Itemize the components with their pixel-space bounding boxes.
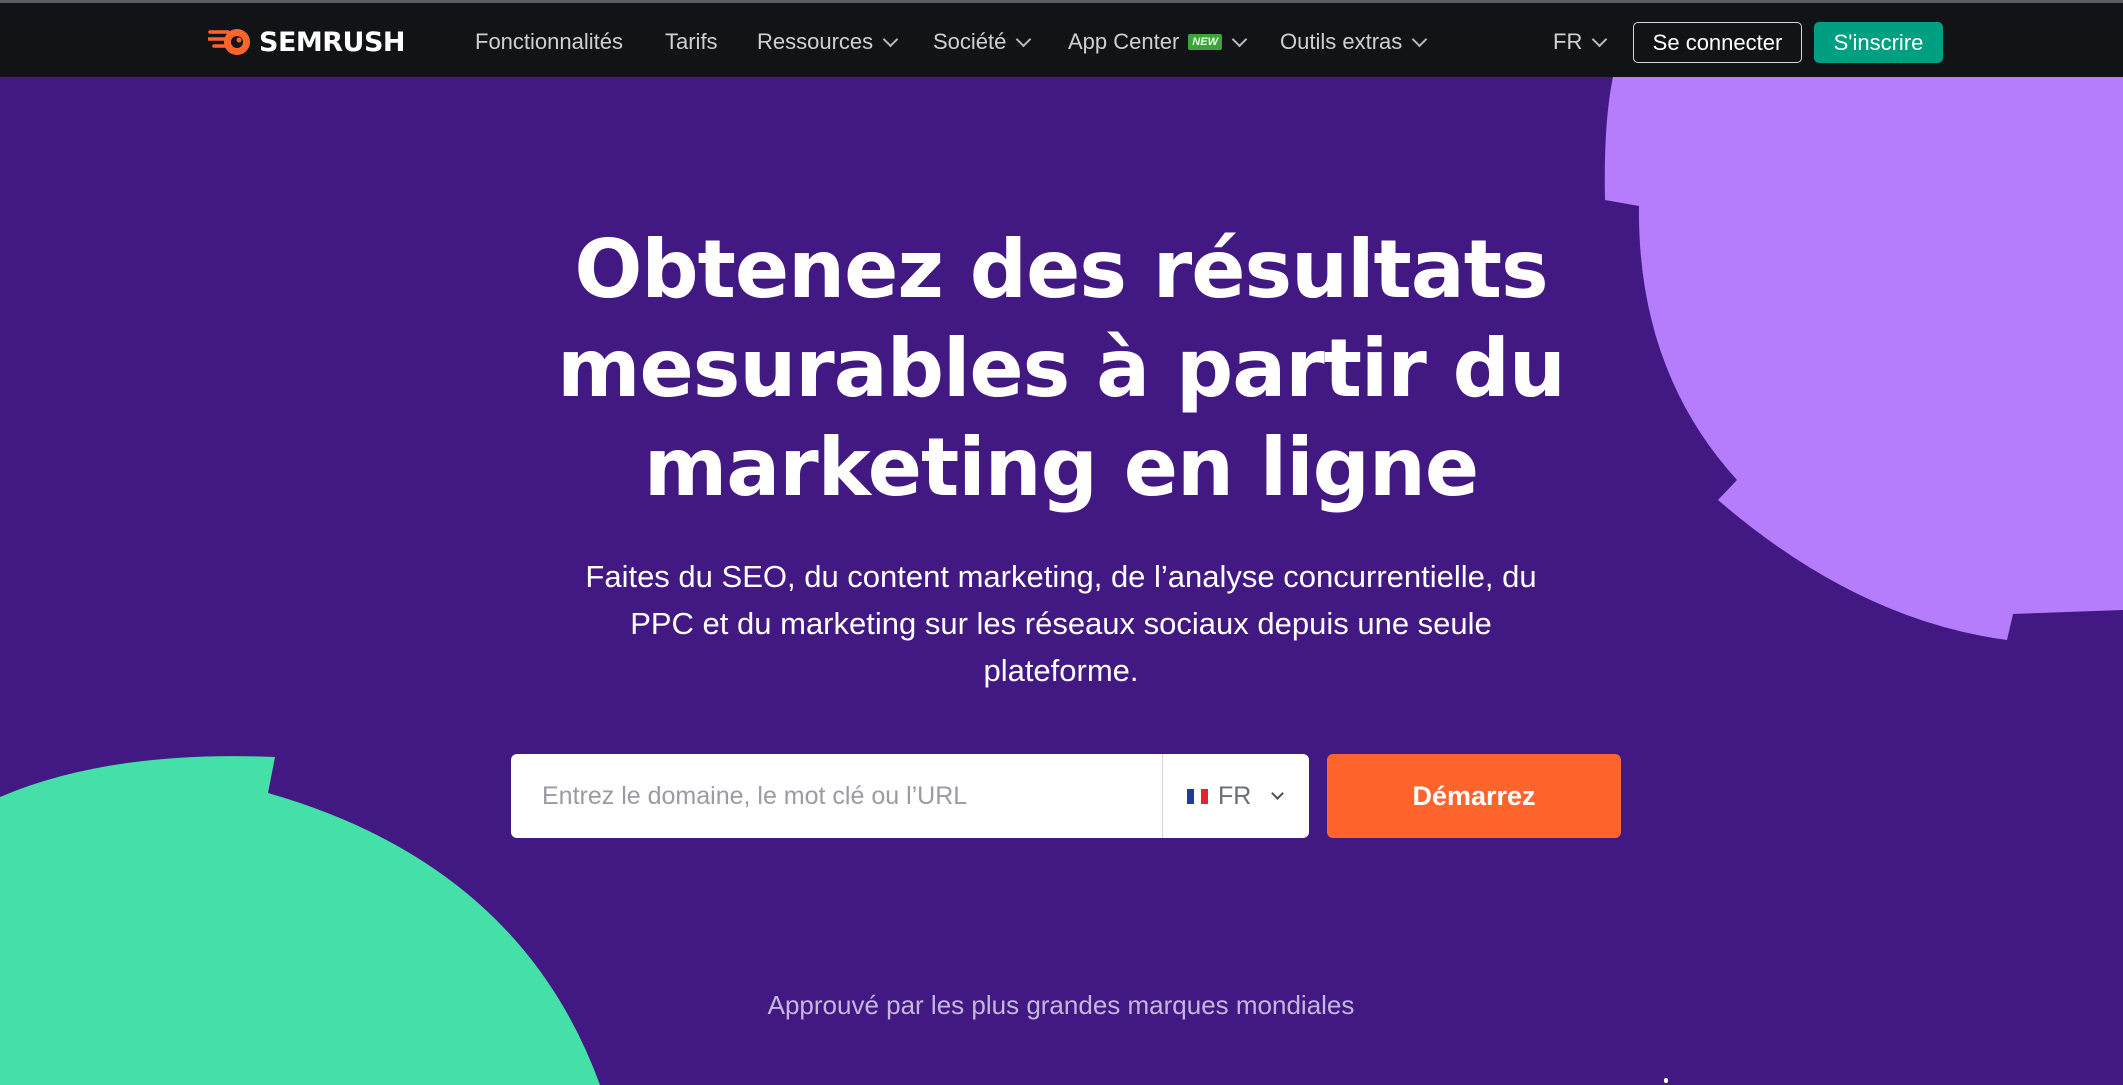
chevron-down-icon <box>882 31 899 47</box>
hero-title: Obtenez des résultats mesurables à parti… <box>461 220 1661 517</box>
nav-item-tarifs[interactable]: Tarifs <box>665 25 718 59</box>
hero-subtitle-line: plateforme. <box>983 653 1139 688</box>
language-label: FR <box>1553 29 1583 54</box>
brand-name: SEMRUSH <box>259 26 406 58</box>
nav-item-app-center[interactable]: App Center NEW <box>1068 25 1248 59</box>
new-badge: NEW <box>1188 34 1222 50</box>
nav-item-label: Ressources <box>757 29 874 54</box>
nav-item-label: App Center <box>1068 29 1180 54</box>
chevron-down-icon <box>1411 31 1428 47</box>
login-button[interactable]: Se connecter <box>1633 22 1802 63</box>
nav-item-label: Tarifs <box>665 29 718 54</box>
chevron-down-icon <box>1231 31 1248 47</box>
semrush-fireball-icon <box>208 29 250 55</box>
hero-title-line: Obtenez des résultats <box>574 223 1548 316</box>
nav-item-label: Fonctionnalités <box>475 29 623 54</box>
hero-subtitle-line: PPC et du marketing sur les réseaux soci… <box>630 606 1492 641</box>
database-select[interactable]: FR <box>1162 754 1309 838</box>
language-selector[interactable]: FR <box>1553 25 1608 59</box>
france-flag-icon <box>1187 788 1208 804</box>
decorative-purple-shape <box>1604 60 2123 640</box>
nav-item-societe[interactable]: Société <box>933 25 1032 59</box>
chevron-down-icon <box>1592 31 1608 47</box>
database-label: FR <box>1218 781 1252 810</box>
hero-title-line: marketing en ligne <box>643 421 1479 514</box>
hero-title-line: mesurables à partir du <box>557 322 1566 415</box>
signup-button[interactable]: S'inscrire <box>1814 22 1943 63</box>
hero-subtitle: Faites du SEO, du content marketing, de … <box>541 553 1581 694</box>
hero-subtitle-line: Faites du SEO, du content marketing, de … <box>585 559 1537 594</box>
nav-item-ressources[interactable]: Ressources <box>757 25 899 59</box>
top-nav: SEMRUSH Fonctionnalités Tarifs Ressource… <box>0 0 2123 77</box>
start-button[interactable]: Démarrez <box>1327 754 1621 838</box>
search-input[interactable] <box>511 754 1162 838</box>
chevron-down-icon <box>1016 31 1032 47</box>
semrush-logo[interactable]: SEMRUSH <box>208 25 406 59</box>
decorative-dot <box>1664 1078 1668 1083</box>
search-bar: FR <box>511 754 1309 838</box>
chevron-down-icon <box>1271 786 1285 800</box>
nav-item-fonctionnalites[interactable]: Fonctionnalités <box>475 25 623 59</box>
trusted-brands-caption: Approuvé par les plus grandes marques mo… <box>767 990 1355 1020</box>
nav-item-label: Société <box>933 29 1007 54</box>
nav-item-outils-extras[interactable]: Outils extras <box>1280 25 1428 59</box>
nav-item-label: Outils extras <box>1280 29 1403 54</box>
